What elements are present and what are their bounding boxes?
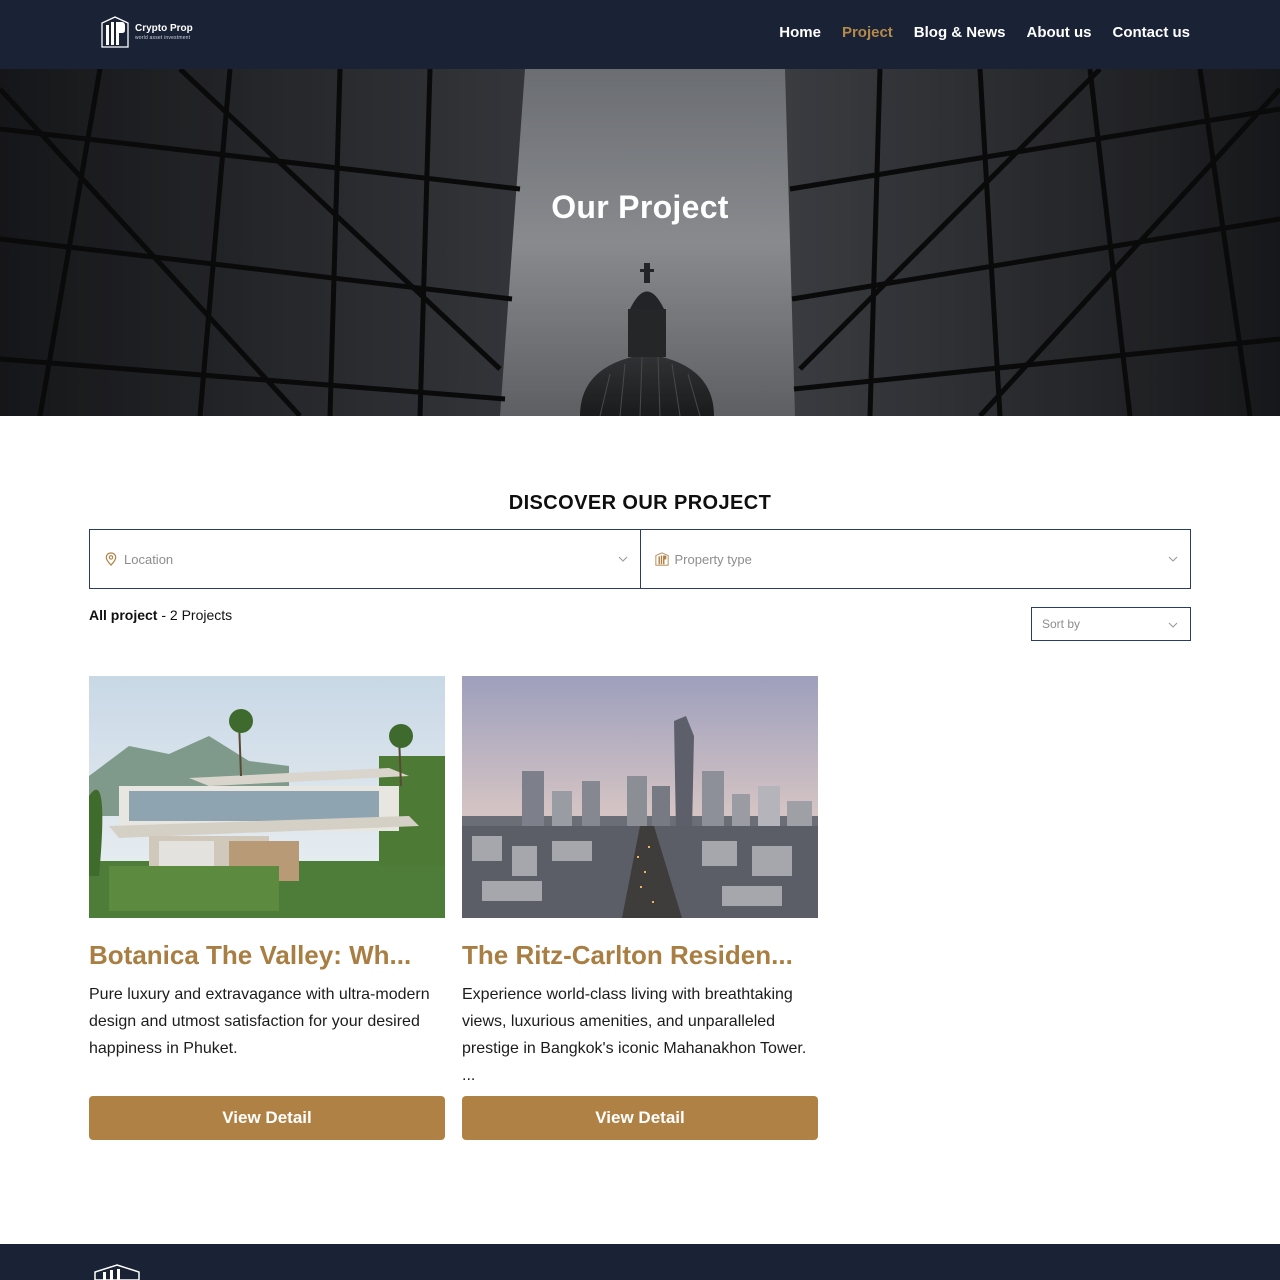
nav-project[interactable]: Project [842, 24, 893, 41]
project-image[interactable] [462, 676, 818, 918]
view-detail-button[interactable]: View Detail [462, 1096, 818, 1140]
location-placeholder: Location [124, 551, 174, 567]
main-nav: Home Project Blog & News About us Contac… [779, 24, 1190, 41]
nav-contact-us[interactable]: Contact us [1112, 24, 1190, 41]
project-card: Botanica The Valley: Wh... Pure luxury a… [89, 676, 445, 1140]
location-pin-icon [104, 552, 118, 566]
building-icon [654, 552, 669, 566]
filter-bar: Location Property type [89, 529, 1191, 589]
nav-about-us[interactable]: About us [1026, 24, 1091, 41]
logo-tagline: world asset investment [135, 34, 191, 41]
chevron-down-icon [618, 556, 627, 562]
sort-placeholder: Sort by [1042, 617, 1081, 631]
nav-blog-news[interactable]: Blog & News [914, 24, 1006, 41]
site-footer [0, 1244, 1280, 1280]
chevron-down-icon [1168, 556, 1178, 562]
project-count-value: - 2 Projects [161, 607, 233, 623]
hero-background-image [0, 69, 1280, 416]
hero-banner: Our Project [0, 69, 1280, 416]
project-count-label: All project [89, 607, 158, 623]
hero-title: Our Project [551, 189, 729, 225]
view-detail-button[interactable]: View Detail [89, 1096, 445, 1140]
project-image[interactable] [89, 676, 445, 918]
project-title[interactable]: Botanica The Valley: Wh... [89, 940, 445, 971]
footer-logo-icon [94, 1264, 140, 1280]
logo-name: Crypto Prop [135, 22, 193, 34]
site-header: Crypto Prop world asset investment Home … [0, 0, 1280, 69]
section-title: DISCOVER OUR PROJECT [508, 492, 772, 514]
project-description: Pure luxury and extravagance with ultra-… [89, 986, 430, 1057]
site-logo[interactable]: Crypto Prop world asset investment [100, 16, 193, 48]
logo-icon [101, 16, 129, 48]
project-description: Experience world-class living with breat… [462, 986, 807, 1084]
property-type-dropdown[interactable]: Property type [639, 529, 1191, 589]
project-card: The Ritz-Carlton Residen... Experience w… [462, 676, 818, 1140]
nav-home[interactable]: Home [779, 24, 821, 41]
sort-dropdown[interactable]: Sort by [1031, 607, 1191, 641]
project-title[interactable]: The Ritz-Carlton Residen... [462, 940, 818, 971]
chevron-down-icon [1168, 622, 1178, 628]
property-type-placeholder: Property type [674, 551, 752, 567]
project-count: All project - 2 Projects [89, 607, 232, 623]
location-dropdown[interactable]: Location [89, 529, 641, 589]
